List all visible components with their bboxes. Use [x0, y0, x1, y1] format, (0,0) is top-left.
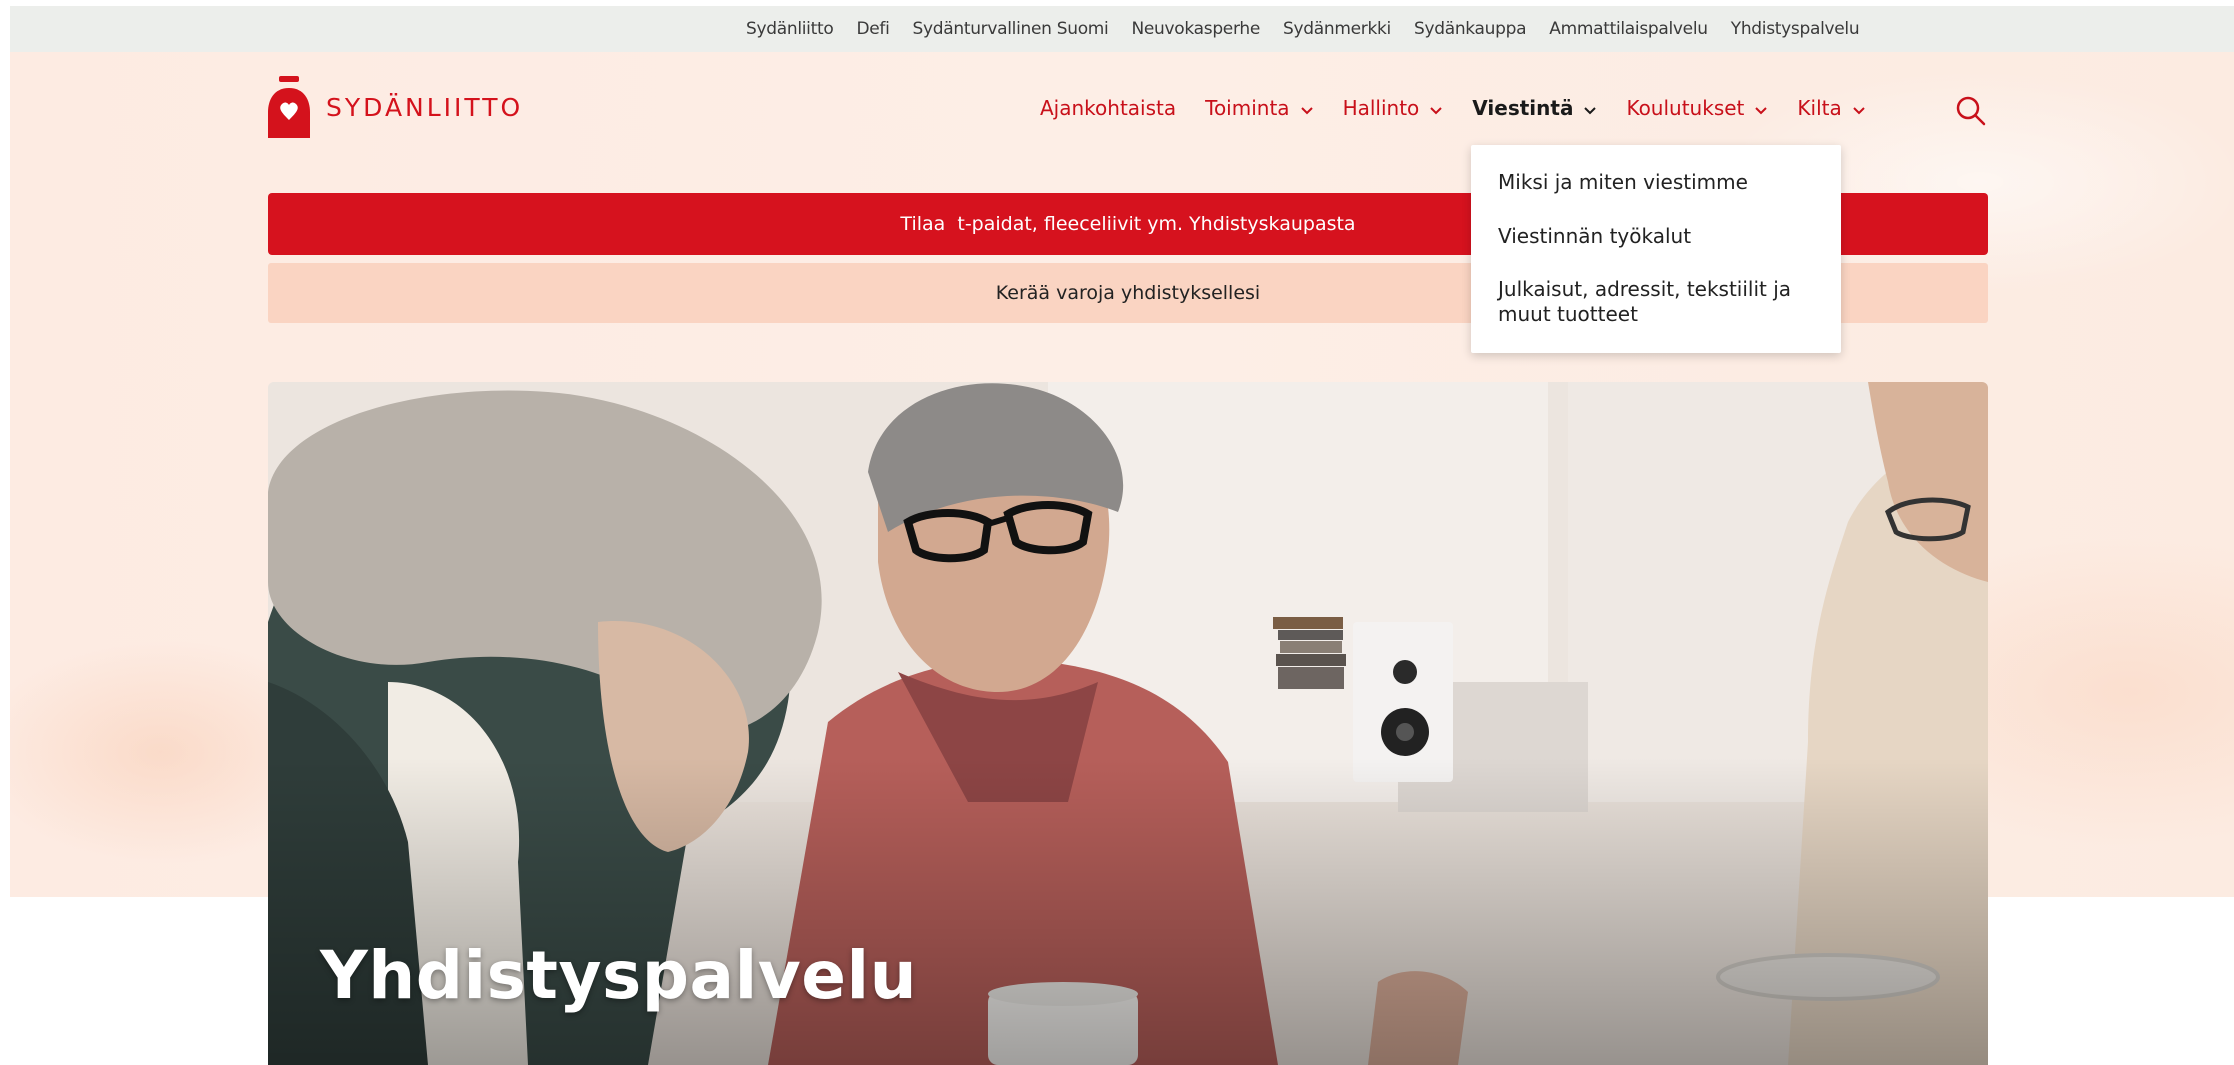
utility-link-defi[interactable]: Defi [856, 19, 889, 39]
site-logo[interactable]: SYDÄNLIITTO [266, 74, 523, 140]
nav-label: Hallinto [1342, 96, 1420, 120]
nav-item-toiminta[interactable]: Toiminta [1205, 96, 1313, 120]
shop-banner-text: Tilaa t-paidat, fleeceliivit ym. Yhdisty… [900, 213, 1356, 235]
chevron-down-icon [1852, 96, 1866, 120]
nav-item-viestinta[interactable]: Viestintä [1472, 96, 1597, 120]
dropdown-item-miksi-ja-miten[interactable]: Miksi ja miten viestimme [1498, 170, 1828, 195]
hero-image: Yhdistyspalvelu [268, 382, 1988, 1065]
nav-label: Koulutukset [1626, 96, 1745, 120]
nav-item-hallinto[interactable]: Hallinto [1343, 96, 1444, 120]
fundraising-banner-text: Kerää varoja yhdistyksellesi [995, 282, 1261, 304]
utility-link-neuvokasperhe[interactable]: Neuvokasperhe [1131, 19, 1260, 39]
nav-item-koulutukset[interactable]: Koulutukset [1626, 96, 1768, 120]
nav-label: Toiminta [1205, 96, 1290, 120]
logo-wordmark: SYDÄNLIITTO [326, 92, 524, 122]
utility-link-sydankauppa[interactable]: Sydänkauppa [1414, 19, 1527, 39]
nav-item-kilta[interactable]: Kilta [1797, 96, 1865, 120]
nav-item-ajankohtaista[interactable]: Ajankohtaista [1040, 96, 1176, 120]
utility-link-sydanturvallinen-suomi[interactable]: Sydänturvallinen Suomi [913, 19, 1109, 39]
main-nav: Ajankohtaista Toiminta Hallinto Viestint… [1040, 96, 1895, 120]
chevron-down-icon [1583, 96, 1597, 120]
chevron-down-icon [1300, 96, 1314, 120]
nav-label: Kilta [1797, 96, 1842, 120]
nav-label: Viestintä [1472, 96, 1574, 120]
utility-link-sydanliitto[interactable]: Sydänliitto [746, 19, 834, 39]
heart-logo-icon [266, 74, 312, 140]
dropdown-item-viestinnan-tyokalut[interactable]: Viestinnän työkalut [1498, 224, 1828, 249]
search-icon[interactable] [1955, 95, 1987, 132]
utility-links: Sydänliitto Defi Sydänturvallinen Suomi … [746, 6, 1882, 52]
viestinta-dropdown-menu: Miksi ja miten viestimme Viestinnän työk… [1471, 145, 1841, 353]
chevron-down-icon [1429, 96, 1443, 120]
chevron-down-icon [1754, 96, 1768, 120]
utility-link-ammattilaispalvelu[interactable]: Ammattilaispalvelu [1549, 19, 1708, 39]
utility-link-sydanmerkki[interactable]: Sydänmerkki [1283, 19, 1391, 39]
dropdown-item-julkaisut[interactable]: Julkaisut, adressit, tekstiilit ja muut … [1498, 277, 1828, 327]
utility-link-yhdistyspalvelu[interactable]: Yhdistyspalvelu [1731, 19, 1860, 39]
nav-label: Ajankohtaista [1040, 96, 1177, 120]
page-title: Yhdistyspalvelu [320, 937, 918, 1014]
